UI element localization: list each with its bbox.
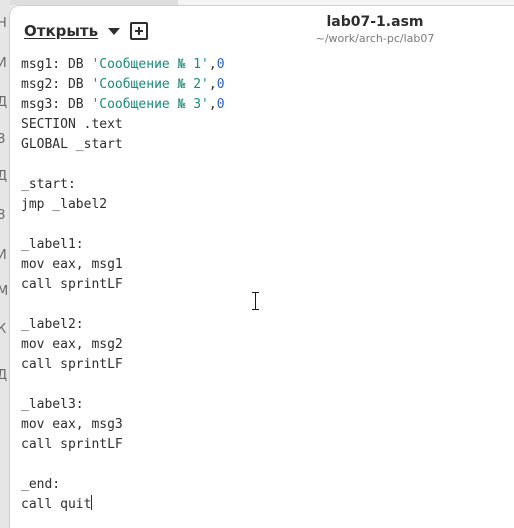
code-line[interactable]: msg2: DB 'Сообщение № 2',0 xyxy=(21,75,225,95)
code-line[interactable]: _label1: xyxy=(21,235,84,255)
top-strip xyxy=(0,0,514,5)
window-subtitle: ~/work/arch-pc/lab07 xyxy=(315,32,435,45)
code-line[interactable]: mov eax, msg2 xyxy=(21,335,123,355)
code-line[interactable]: msg1: DB 'Сообщение № 1',0 xyxy=(21,55,225,75)
header-bar: Открыть lab07-1.asm ~/work/arch-pc/lab07 xyxy=(10,6,514,53)
code-line[interactable]: call sprintLF xyxy=(21,435,123,455)
code-line[interactable]: _label2: xyxy=(21,315,84,335)
code-line[interactable]: call sprintLF xyxy=(21,275,123,295)
chevron-down-icon xyxy=(108,27,121,35)
plus-square-icon[interactable] xyxy=(130,22,148,40)
code-line[interactable]: _label3: xyxy=(21,395,84,415)
background-window-edge: Н И Д З Д З И М К Д xyxy=(0,0,10,528)
code-line[interactable]: _start: xyxy=(21,175,76,195)
code-line[interactable]: mov eax, msg1 xyxy=(21,255,123,275)
window-title: lab07-1.asm xyxy=(326,14,424,30)
mouse-ibeam-cursor xyxy=(252,292,259,310)
text-caret xyxy=(91,495,93,510)
code-line[interactable]: mov eax, msg3 xyxy=(21,415,123,435)
open-button-label: Открыть xyxy=(24,22,99,40)
text-editor-window: Открыть lab07-1.asm ~/work/arch-pc/lab07… xyxy=(10,6,514,528)
code-editor[interactable]: msg1: DB 'Сообщение № 1',0 msg2: DB 'Сооб… xyxy=(10,54,514,528)
code-line[interactable]: call quit xyxy=(21,495,93,515)
code-line[interactable]: GLOBAL _start xyxy=(21,135,123,155)
code-line[interactable]: jmp _label2 xyxy=(21,195,107,215)
code-line[interactable]: SECTION .text xyxy=(21,115,123,135)
code-line[interactable]: call sprintLF xyxy=(21,355,123,375)
code-line[interactable]: _end: xyxy=(21,475,60,495)
open-button[interactable]: Открыть xyxy=(16,18,128,44)
code-line[interactable]: msg3: DB 'Сообщение № 3',0 xyxy=(21,95,225,115)
window-title-block: lab07-1.asm ~/work/arch-pc/lab07 xyxy=(260,14,490,45)
